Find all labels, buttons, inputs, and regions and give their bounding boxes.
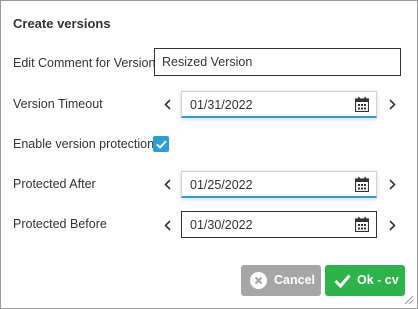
chevron-left-icon (163, 98, 171, 110)
chevron-left-icon (163, 219, 171, 231)
protected-after-next-button[interactable] (386, 177, 398, 191)
dialog-title: Create versions (13, 16, 111, 31)
timeout-label: Version Timeout (13, 97, 103, 111)
protected-after-prev-button[interactable] (161, 177, 173, 191)
calendar-icon[interactable] (355, 97, 369, 112)
protected-before-next-button[interactable] (386, 218, 398, 232)
checkmark-icon (334, 274, 351, 289)
chevron-right-icon (388, 178, 396, 190)
timeout-date-field[interactable]: 01/31/2022 (181, 91, 377, 118)
protected-before-date-field[interactable]: 01/30/2022 (181, 211, 377, 238)
checkmark-icon (155, 140, 167, 149)
cancel-x-icon (250, 272, 267, 289)
cancel-button-label: Cancel (274, 273, 315, 287)
comment-input[interactable] (154, 48, 401, 76)
protected-before-date-value: 01/30/2022 (190, 218, 253, 232)
protected-after-label: Protected After (13, 177, 96, 191)
protected-after-date-value: 01/25/2022 (190, 178, 253, 192)
protected-before-prev-button[interactable] (161, 218, 173, 232)
cancel-button[interactable]: Cancel (241, 265, 321, 296)
ok-button-label: Ok - cv (357, 273, 399, 287)
protection-checkbox[interactable] (153, 136, 169, 152)
chevron-right-icon (388, 219, 396, 231)
chevron-right-icon (388, 98, 396, 110)
chevron-left-icon (163, 178, 171, 190)
ok-button[interactable]: Ok - cv (325, 265, 405, 296)
protected-before-label: Protected Before (13, 217, 107, 231)
calendar-icon[interactable] (355, 217, 369, 232)
timeout-next-button[interactable] (386, 97, 398, 111)
resize-grip-icon[interactable] (402, 293, 414, 305)
comment-label: Edit Comment for Version (13, 56, 156, 70)
protection-label: Enable version protection (13, 137, 155, 151)
timeout-prev-button[interactable] (161, 97, 173, 111)
create-versions-dialog: Create versions Edit Comment for Version… (0, 0, 418, 309)
timeout-date-value: 01/31/2022 (190, 98, 253, 112)
calendar-icon[interactable] (355, 177, 369, 192)
protected-after-date-field[interactable]: 01/25/2022 (181, 171, 377, 198)
